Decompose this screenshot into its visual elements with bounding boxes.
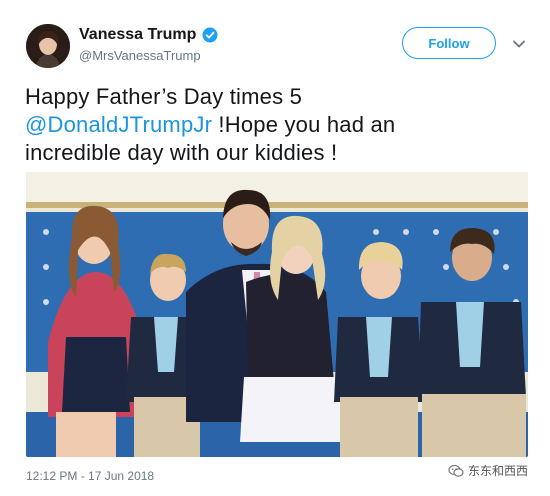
user-handle[interactable]: @MrsVanessaTrump	[79, 48, 201, 63]
tweet-line-3: incredible day with our kiddies !	[25, 140, 338, 165]
name-row: Vanessa Trump	[79, 26, 218, 44]
wechat-icon	[448, 464, 464, 477]
avatar[interactable]	[26, 24, 70, 68]
verified-badge-icon	[202, 27, 218, 43]
tweet-timestamp[interactable]: 12:12 PM - 17 Jun 2018	[26, 469, 154, 483]
watermark-text: 东东和西西	[468, 464, 529, 478]
tweet-photo[interactable]	[26, 172, 528, 457]
tweet-text: Happy Father’s Day times 5 @DonaldJTrump…	[25, 83, 525, 167]
tweet-line-2: @DonaldJTrumpJr !Hope you had an	[25, 111, 525, 139]
chevron-down-icon[interactable]	[512, 37, 526, 51]
mention-link[interactable]: @DonaldJTrumpJr	[25, 112, 212, 137]
follow-button[interactable]: Follow	[402, 27, 496, 59]
display-name[interactable]: Vanessa Trump	[79, 26, 196, 44]
watermark: 东东和西西	[448, 462, 528, 479]
tweet-line-1: Happy Father’s Day times 5	[25, 84, 303, 109]
tweet-line-2-rest: !Hope you had an	[212, 112, 396, 137]
tweet-card: Vanessa Trump @MrsVanessaTrump Follow Ha…	[0, 0, 550, 496]
